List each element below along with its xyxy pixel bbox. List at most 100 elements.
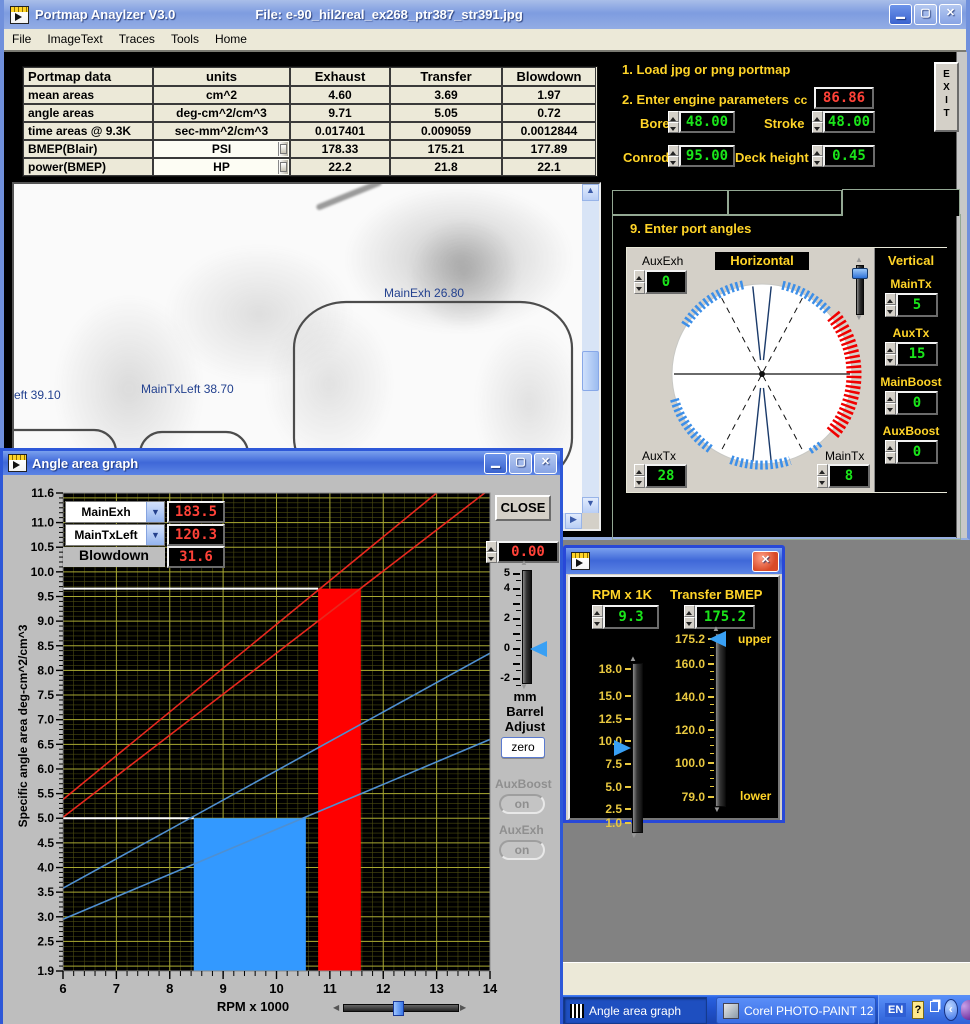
language-indicator[interactable]: EN [885,1002,907,1017]
aux-boost-toggle-label: AuxBoost [495,777,552,791]
mainboost-vertical-input[interactable]: 0 [885,391,947,415]
graph-titlebar[interactable]: Angle area graph ▁ ▢ ✕ [3,451,560,475]
series-value-2: 120.3 [167,524,225,546]
svg-text:8.5: 8.5 [37,639,54,653]
series-selector-1[interactable]: MainExh ▼ [65,501,165,523]
vertical-panel: Vertical MainTx 5 AuxTx 15 MainBoost 0 AuxBoos… [874,248,947,492]
tab-blank-1[interactable] [612,190,728,216]
system-tray: EN ? ‹ [878,995,970,1024]
vscroll-thumb[interactable] [582,351,599,391]
cc-label: cc [794,93,808,107]
blowdown-label: Blowdown [63,547,165,567]
deck-height-label: Deck height [735,150,809,165]
bmep-slider[interactable]: ▲ ▼ 175.2 160.0 140.0 120.0 100.0 79.0 [570,577,782,818]
barrel-adjust-slider[interactable]: ▲ ▼ -2 0 2 4 5 [489,559,561,693]
image-vscrollbar[interactable]: ▲ ▼ [582,184,599,514]
stroke-input[interactable]: 48.00 [812,111,875,133]
deck-height-input[interactable]: 0.45 [812,145,875,167]
conrod-decrement[interactable] [668,156,679,167]
taskbar-button-corel-photo-paint-12[interactable]: Corel PHOTO-PAINT 12 [716,997,876,1024]
exhaust-value: 4.60 [290,86,390,104]
stroke-decrement[interactable] [812,122,823,133]
auxboost-vertical-input[interactable]: 0 [885,440,947,464]
scroll-down-button[interactable]: ▼ [582,497,599,514]
main-titlebar[interactable]: Portmap Anaylzer V3.0 File: e-90_hil2rea… [4,0,966,29]
help-tray-icon[interactable]: ? [912,1000,924,1019]
bore-input[interactable]: 48.00 [668,111,735,133]
graph-minimize-button[interactable]: ▁ [484,452,507,474]
units-cell[interactable]: PSI [153,140,290,158]
bmepscale-track[interactable] [715,633,726,807]
gauge-slider[interactable]: ▲ ▼ [851,256,868,322]
bmep-titlebar[interactable]: ✕ [566,548,782,574]
svg-text:7: 7 [113,981,120,996]
maintx-vertical-input[interactable]: 5 [885,293,947,317]
aux-boost-toggle[interactable]: on [499,794,545,814]
messenger-tray-icon[interactable] [961,999,970,1020]
conrod-increment[interactable] [668,145,679,156]
svg-text:13: 13 [429,981,443,996]
units-dropdown-scroll[interactable] [278,142,288,156]
step1-label: 1. Load jpg or png portmap [622,62,791,77]
taskbar-button-angle-area-graph[interactable]: Angle area graph [563,997,707,1024]
scroll-right-button[interactable]: ▶ [565,513,582,529]
bmep-close-button[interactable]: ✕ [752,550,779,572]
close-button[interactable]: ✕ [939,4,962,25]
main-tx-bottom-input[interactable]: 8 [817,464,870,488]
svg-text:10.0: 10.0 [31,565,55,579]
menu-item-imagetext[interactable]: ImageText [39,29,110,49]
menu-item-file[interactable]: File [4,29,39,49]
tab-blank-2[interactable] [728,190,842,216]
aux-tx-input[interactable]: 28 [634,464,687,488]
conrod-input[interactable]: 95.00 [668,145,735,167]
maximize-button[interactable]: ▢ [914,4,937,25]
svg-text:1.9: 1.9 [37,964,54,978]
scroll-up-button[interactable]: ▲ [582,184,599,201]
units-cell: sec-mm^2/cm^3 [153,122,290,140]
bore-decrement[interactable] [668,122,679,133]
graph-close-button[interactable]: ✕ [534,452,557,474]
graph-window-title: Angle area graph [32,455,139,471]
zero-button[interactable]: zero [501,737,545,758]
minimize-button[interactable]: ▁ [889,4,912,25]
chart-x-slider[interactable]: ◀ ▶ [333,1001,469,1016]
slider-left-arrow-icon: ◀ [333,1003,340,1012]
aux-exh-toggle[interactable]: on [499,840,545,860]
auxtx-vertical-input[interactable]: 15 [885,342,947,366]
bore-increment[interactable] [668,111,679,122]
table-header: Blowdown [502,67,596,86]
svg-text:8: 8 [166,981,173,996]
exhaust-value: 9.71 [290,104,390,122]
bmepscale-pointer[interactable] [709,631,726,647]
menu-item-home[interactable]: Home [207,29,255,49]
tab-port-angles[interactable] [842,189,960,216]
row-label: mean areas [23,86,153,104]
graph-maximize-button[interactable]: ▢ [509,452,532,474]
units-dropdown-scroll[interactable] [278,160,288,174]
units-cell[interactable]: HP [153,158,290,176]
table-row: angle areas deg-cm^2/cm^3 9.71 5.05 0.72 [23,104,597,122]
restore-windows-icon[interactable] [929,1001,939,1012]
exhaust-bar [318,588,361,971]
svg-text:11.0: 11.0 [31,516,54,530]
deck-decrement[interactable] [812,156,823,167]
chart-x-slider-thumb[interactable] [393,1001,404,1016]
row-label: time areas @ 9.3K [23,122,153,140]
stroke-increment[interactable] [812,111,823,122]
exhaust-value: 178.33 [290,140,390,158]
blowdown-value: 31.6 [167,546,225,568]
chevron-down-icon: ▼ [146,525,164,545]
table-row: mean areas cm^2 4.60 3.69 1.97 [23,86,597,104]
hidden-icons-chevron[interactable]: ‹ [943,998,959,1021]
gauge-slider-thumb[interactable] [852,268,868,279]
exhaust-value: 0.017401 [290,122,390,140]
series-selector-2[interactable]: MainTxLeft ▼ [65,524,165,546]
svg-text:9.0: 9.0 [37,614,54,628]
close-graph-button[interactable]: CLOSE [495,495,551,521]
deck-increment[interactable] [812,145,823,156]
adjust-tick-label: 4 [503,582,510,594]
exit-button[interactable]: EXIT [934,62,959,132]
menu-item-tools[interactable]: Tools [163,29,207,49]
menu-item-traces[interactable]: Traces [111,29,163,49]
barrel-adjust-thumb[interactable] [530,641,547,657]
